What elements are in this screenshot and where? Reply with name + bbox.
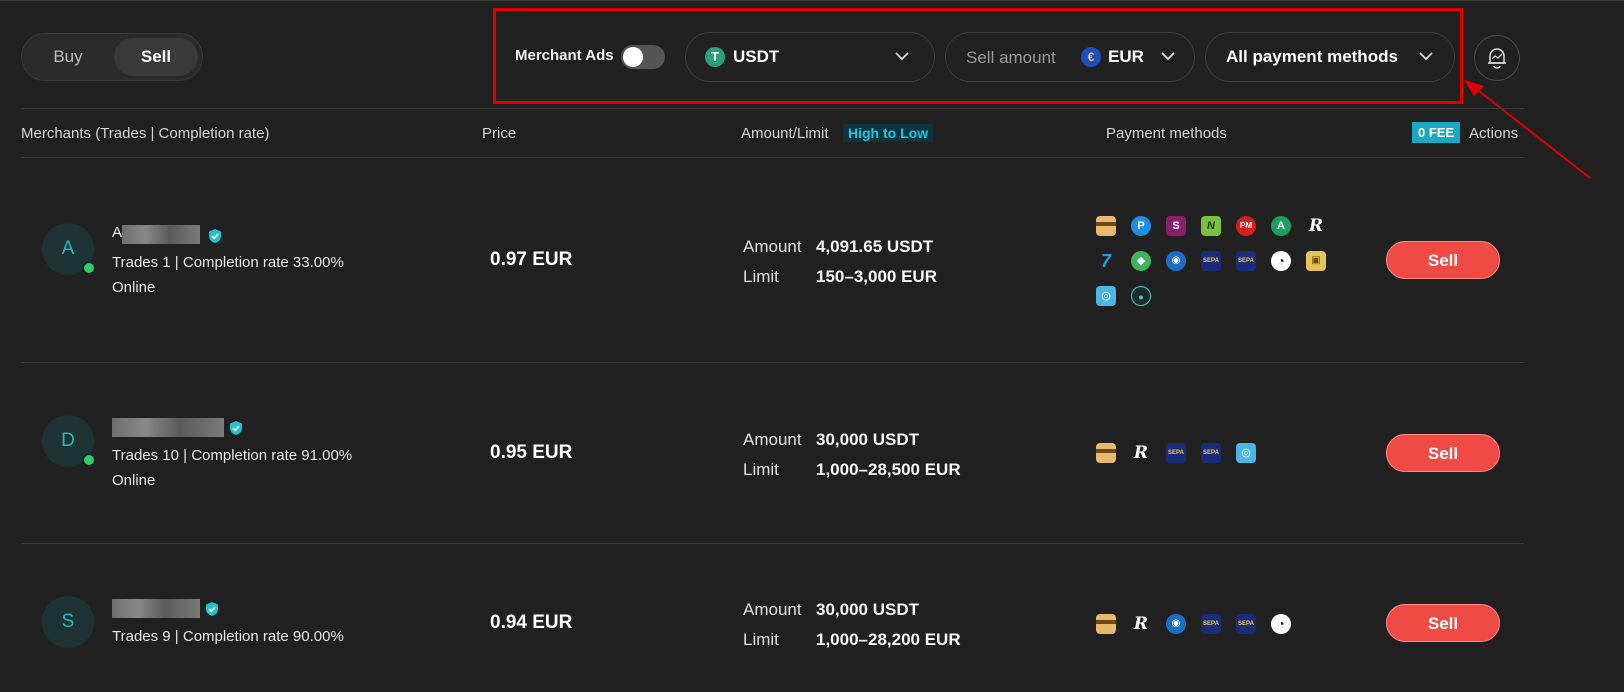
top-divider <box>0 0 1624 1</box>
wise-icon: 7 <box>1100 251 1111 271</box>
column-merchants: Merchants (Trades | Completion rate) <box>21 125 270 142</box>
merchant-ads-label: Merchant Ads <box>515 47 614 64</box>
merchant-status: Online <box>112 472 156 489</box>
verified-badge-icon <box>206 602 218 616</box>
price-value: 0.97 EUR <box>490 249 573 270</box>
payment-method-select[interactable]: All payment methods <box>1205 32 1455 82</box>
payment-method-value: All payment methods <box>1226 47 1398 66</box>
chevron-down-icon[interactable] <box>1158 46 1178 66</box>
amount-value: 4,091.65 USDT <box>816 237 934 256</box>
ring-icon: ◔ <box>1271 614 1291 634</box>
limit-value: 1,000–28,200 EUR <box>816 630 961 649</box>
paysera-icon: P <box>1131 216 1151 236</box>
switch-knob <box>623 47 643 67</box>
avatar: S <box>42 596 94 648</box>
sort-high-to-low[interactable]: High to Low <box>843 124 934 142</box>
online-indicator <box>82 261 96 275</box>
merchant-stats: Trades 1 | Completion rate 33.00% <box>112 254 344 271</box>
merchant-stats: Trades 9 | Completion rate 90.00% <box>112 628 344 645</box>
sepa-icon: SEPA <box>1201 614 1221 634</box>
card-icon <box>1096 614 1116 634</box>
sepa-icon: SEPA <box>1236 251 1256 271</box>
tether-icon: T <box>705 47 725 67</box>
merchant-stats: Trades 10 | Completion rate 91.00% <box>112 447 353 464</box>
buy-sell-toggle: Buy Sell <box>21 33 203 81</box>
header-top-divider <box>21 108 1524 109</box>
skrill-icon: S <box>1166 216 1186 236</box>
limit-value: 1,000–28,500 EUR <box>816 460 961 479</box>
zero-fee-badge: 0 FEE <box>1412 122 1461 143</box>
currency-select-value[interactable]: EUR <box>1108 47 1144 67</box>
sepa-icon: SEPA <box>1201 443 1221 463</box>
sepa-icon: SEPA <box>1166 443 1186 463</box>
ring-icon: ◔ <box>1271 251 1291 271</box>
advcash-icon: A <box>1271 216 1291 236</box>
limit-value: 150–3,000 EUR <box>816 267 937 286</box>
sell-tab[interactable]: Sell <box>114 38 198 76</box>
sepa-icon: SEPA <box>1236 614 1256 634</box>
p2p-icon: ◎ <box>1096 286 1116 306</box>
amount-value: 30,000 USDT <box>816 430 919 449</box>
column-payment-methods: Payment methods <box>1106 125 1227 142</box>
neteller-icon: N <box>1201 216 1221 236</box>
merchant-name-redacted[interactable] <box>112 418 224 437</box>
chevron-down-icon <box>895 52 909 61</box>
column-actions: Actions <box>1469 125 1519 142</box>
header-bottom-divider <box>21 157 1524 158</box>
merchant-name-redacted[interactable] <box>122 225 200 244</box>
chevron-down-icon <box>1419 52 1433 61</box>
verified-badge-icon <box>230 421 242 435</box>
row-divider <box>21 543 1524 544</box>
webmoney-icon: ◉ <box>1166 251 1186 271</box>
price-value: 0.94 EUR <box>490 612 573 633</box>
coin-select[interactable]: T USDT <box>685 32 935 82</box>
perfect-money-icon: PM <box>1236 216 1256 236</box>
euro-icon: € <box>1081 47 1101 67</box>
revolut-icon: R <box>1133 443 1149 463</box>
column-amount-limit: Amount/Limit <box>741 125 829 142</box>
amount-label: Amount <box>743 430 802 449</box>
merchant-name-redacted[interactable] <box>112 599 200 618</box>
sepa-icon: SEPA <box>1201 251 1221 271</box>
dark-coin-icon: ● <box>1131 286 1151 306</box>
webmoney-icon: ◉ <box>1166 614 1186 634</box>
revolut-icon: R <box>1133 614 1149 634</box>
amount-label: Amount <box>743 600 802 619</box>
limit-label: Limit <box>743 460 779 479</box>
merchant-ads-switch[interactable] <box>621 45 665 69</box>
p2p-icon: ◎ <box>1236 443 1256 463</box>
sell-amount-field[interactable]: Sell amount € EUR <box>945 32 1195 82</box>
sell-amount-placeholder: Sell amount <box>966 48 1056 67</box>
revolut-icon: R <box>1308 216 1324 236</box>
amount-label: Amount <box>743 237 802 256</box>
column-price: Price <box>482 125 517 142</box>
yellow-bank-icon: ▣ <box>1306 251 1326 271</box>
buy-tab[interactable]: Buy <box>28 38 108 76</box>
price-value: 0.95 EUR <box>490 442 573 463</box>
verified-badge-icon <box>209 229 221 243</box>
row-divider <box>21 362 1524 363</box>
sell-button[interactable]: Sell <box>1386 604 1500 642</box>
coin-select-value: USDT <box>733 47 780 66</box>
card-icon <box>1096 443 1116 463</box>
leaf-icon: ◆ <box>1131 251 1151 271</box>
limit-label: Limit <box>743 630 779 649</box>
bell-alert-icon <box>1488 48 1506 69</box>
sell-button[interactable]: Sell <box>1386 434 1500 472</box>
merchant-status: Online <box>112 279 156 296</box>
online-indicator <box>82 453 96 467</box>
limit-label: Limit <box>743 267 779 286</box>
merchant-name-fragment: A <box>112 224 123 241</box>
card-icon <box>1096 216 1116 236</box>
amount-value: 30,000 USDT <box>816 600 919 619</box>
price-alert-button[interactable] <box>1474 35 1520 81</box>
sell-button[interactable]: Sell <box>1386 241 1500 279</box>
